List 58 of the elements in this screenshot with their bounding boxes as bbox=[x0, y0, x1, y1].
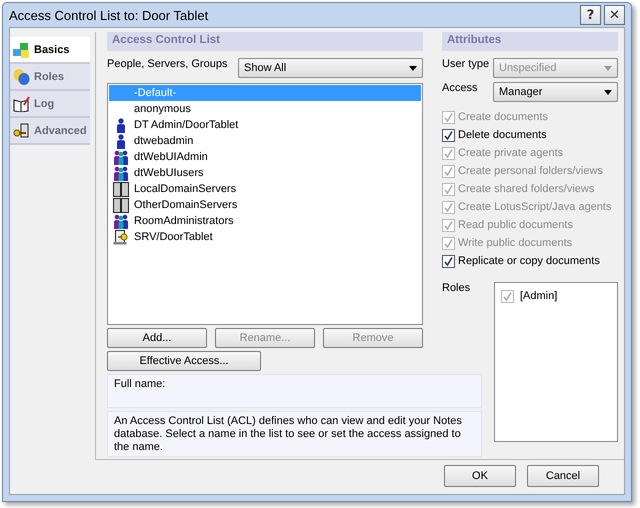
list-item[interactable]: RoomAdministrators bbox=[109, 213, 421, 229]
option-label: Delete documents bbox=[458, 129, 547, 141]
user-type-label: User type bbox=[442, 58, 490, 70]
masks-icon bbox=[13, 68, 30, 84]
action-button[interactable]: Add... bbox=[107, 328, 207, 348]
option-label: Create shared folders/views bbox=[458, 183, 594, 195]
window-title: Access Control List to: Door Tablet bbox=[9, 8, 208, 22]
option-label: Create documents bbox=[458, 111, 548, 123]
person-icon bbox=[116, 134, 126, 148]
sidebar-tab[interactable]: Basics bbox=[10, 37, 90, 64]
access-dropdown[interactable]: Manager bbox=[493, 82, 618, 102]
sidebar-tab[interactable]: Advanced bbox=[10, 118, 90, 145]
checkbox[interactable] bbox=[501, 290, 514, 302]
book-icon bbox=[13, 96, 30, 112]
sidebar-tab[interactable]: Roles bbox=[10, 64, 90, 91]
full-name-label: Full name: bbox=[114, 378, 166, 390]
group-icon bbox=[113, 150, 129, 164]
effective-access-button[interactable]: Effective Access... bbox=[107, 351, 261, 371]
list-item[interactable]: SRV/DoorTablet bbox=[109, 229, 421, 245]
access-label: Access bbox=[442, 82, 478, 94]
description-text: An Access Control List (ACL) defines who can view and edit your Notes database. Select a name in the list to see or set the access assigned to the name. bbox=[114, 415, 462, 453]
roles-label: Roles bbox=[442, 282, 470, 294]
key-icon bbox=[13, 122, 30, 138]
checkbox[interactable] bbox=[442, 254, 455, 268]
list-item[interactable]: dtwebadmin bbox=[109, 133, 421, 149]
group-icon bbox=[113, 214, 129, 228]
ok-button[interactable]: OK bbox=[444, 465, 516, 487]
caret-icon bbox=[604, 66, 612, 70]
servers-icon bbox=[113, 182, 129, 196]
help-button[interactable]: ? bbox=[580, 5, 601, 25]
server-key-icon bbox=[113, 230, 129, 244]
filter-label: People, Servers, Groups bbox=[107, 58, 228, 70]
option-label: Write public documents bbox=[458, 237, 572, 249]
caret-icon bbox=[409, 66, 417, 70]
list-item[interactable]: OtherDomainServers bbox=[109, 197, 421, 213]
caret-icon bbox=[604, 90, 612, 94]
checkbox[interactable] bbox=[442, 128, 455, 142]
option-label: Create private agents bbox=[458, 147, 564, 159]
list-item[interactable]: LocalDomainServers bbox=[109, 181, 421, 197]
list-item[interactable]: dtWebUIusers bbox=[109, 165, 421, 181]
filter-dropdown[interactable]: Show All bbox=[238, 58, 423, 78]
blocks-icon bbox=[13, 42, 30, 58]
section-heading: Attributes bbox=[442, 32, 618, 51]
sidebar-tab[interactable]: Log bbox=[10, 91, 90, 118]
group-icon bbox=[113, 166, 129, 180]
role-label: [Admin] bbox=[520, 290, 558, 302]
option-label: Create personal folders/views bbox=[458, 165, 603, 177]
cancel-button[interactable]: Cancel bbox=[527, 465, 599, 487]
list-item[interactable]: DT Admin/DoorTablet bbox=[109, 117, 421, 133]
list-item[interactable]: anonymous bbox=[109, 101, 421, 117]
section-heading: Access Control List bbox=[107, 32, 423, 51]
list-item[interactable]: dtWebUIAdmin bbox=[109, 149, 421, 165]
person-icon bbox=[116, 118, 126, 132]
close-button[interactable]: ✕ bbox=[604, 5, 625, 25]
option-label: Read public documents bbox=[458, 219, 573, 231]
option-label: Create LotusScript/Java agents bbox=[458, 201, 612, 213]
option-label: Replicate or copy documents bbox=[458, 255, 600, 267]
servers-icon bbox=[113, 198, 129, 212]
